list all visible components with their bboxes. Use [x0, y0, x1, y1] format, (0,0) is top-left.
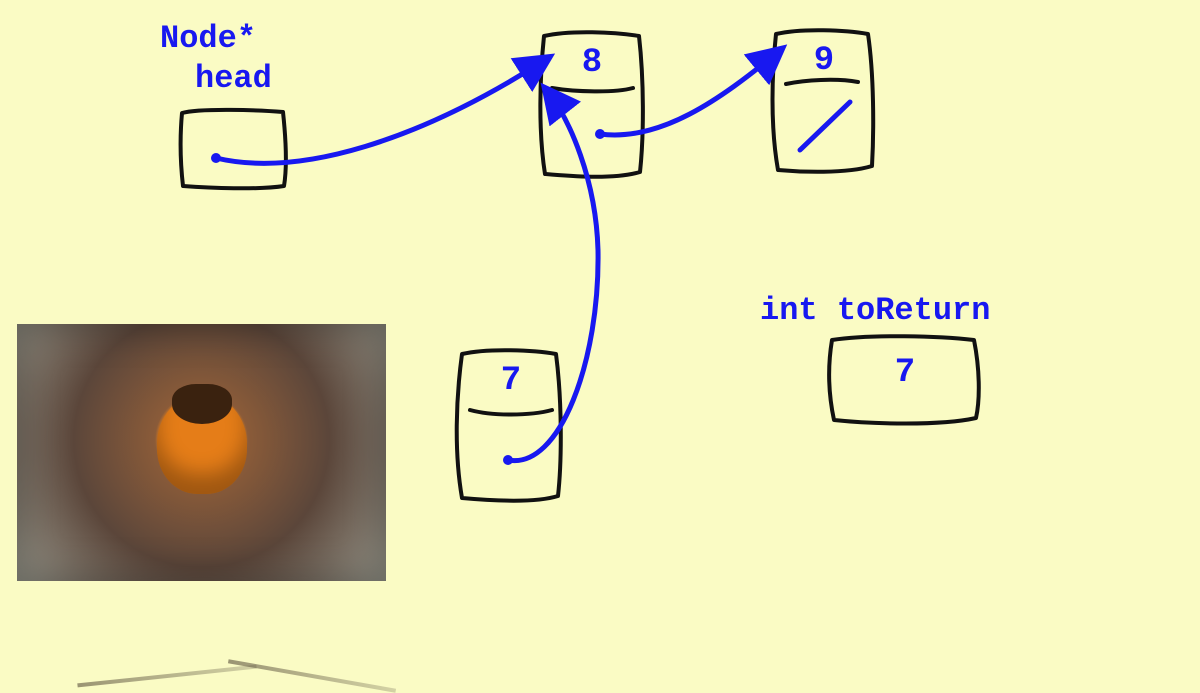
head-pointer-name-label: head [195, 60, 272, 97]
node-9-divider [786, 80, 858, 84]
hornet-photo [17, 324, 386, 581]
head-pointer-dot [211, 153, 221, 163]
node-7-divider [470, 410, 552, 415]
node-9-value: 9 [804, 42, 844, 80]
to-return-label: int toReturn [760, 292, 990, 329]
head-pointer-type-label: Node* [160, 20, 256, 57]
node-8-divider [552, 88, 633, 91]
arrow-7-to-8 [508, 92, 598, 461]
arrow-8-to-9 [600, 52, 778, 135]
node-8-value: 8 [572, 44, 612, 82]
hornet-wing-left [77, 665, 256, 688]
head-pointer-box [181, 110, 286, 188]
to-return-value: 7 [885, 354, 925, 392]
hornet-wing-right [228, 659, 396, 692]
node-7-value: 7 [491, 362, 531, 400]
node-8-next-dot [595, 129, 605, 139]
node-9-null-slash [800, 102, 850, 150]
node-7-next-dot [503, 455, 513, 465]
